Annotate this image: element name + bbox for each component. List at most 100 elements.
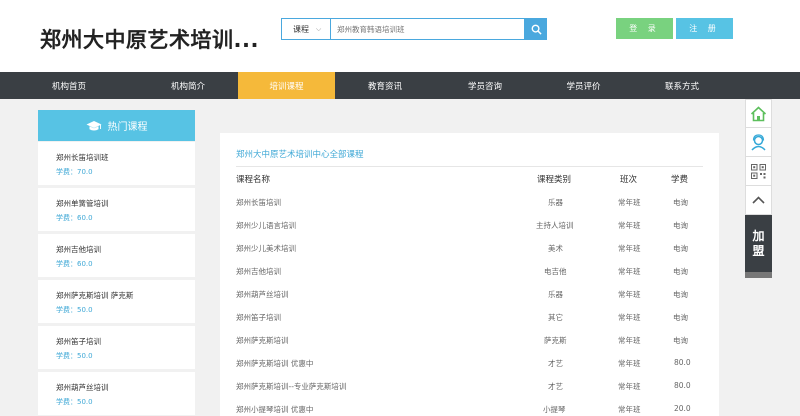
- home-button[interactable]: [745, 99, 772, 128]
- column-header-class: 班次: [620, 175, 638, 185]
- table-cell-fee: 电询: [673, 313, 688, 322]
- column-header-name: 课程名称: [236, 175, 271, 185]
- table-cell-class: 常年班: [618, 244, 641, 253]
- search-input[interactable]: [330, 18, 525, 40]
- customer-service-button[interactable]: [745, 128, 772, 157]
- table-cell-fee: 80.0: [674, 381, 691, 390]
- nav-item-about[interactable]: 机构简介: [138, 72, 238, 99]
- table-cell-category: 乐器: [548, 290, 563, 299]
- hot-courses-sidebar: 热门课程: [38, 110, 195, 141]
- table-cell-fee: 电询: [673, 290, 688, 299]
- customer-service-icon: [751, 133, 766, 151]
- divider: [236, 166, 703, 167]
- course-price: 学费：60.0: [56, 214, 93, 222]
- nav-item-consult[interactable]: 学员咨询: [435, 72, 535, 99]
- search-button[interactable]: [525, 18, 547, 40]
- table-cell-category: 电吉他: [544, 267, 567, 276]
- table-cell-course-name[interactable]: 郑州少儿语言培训: [236, 220, 296, 231]
- course-price: 学费：70.0: [56, 168, 93, 176]
- table-cell-fee: 20.0: [674, 404, 691, 413]
- qr-code-button[interactable]: [745, 157, 772, 186]
- table-cell-fee: 电询: [673, 244, 688, 253]
- list-item[interactable]: 郑州笛子培训 学费：50.0: [38, 326, 195, 369]
- join-franchise-button[interactable]: 加 盟: [745, 215, 772, 278]
- courses-panel: 郑州大中原艺术培训中心全部课程 课程名称 课程类别 班次 学费 郑州长笛培训 乐…: [220, 133, 719, 416]
- table-cell-category: 才艺: [548, 382, 563, 391]
- table-cell-fee: 电询: [673, 198, 688, 207]
- course-price: 学费：50.0: [56, 352, 93, 360]
- chevron-down-icon: ⌵: [316, 24, 322, 33]
- home-icon: [750, 105, 767, 121]
- sidebar-title: 热门课程: [107, 122, 148, 133]
- register-button[interactable]: 注 册: [676, 18, 733, 39]
- floating-toolbar: 加 盟: [745, 99, 772, 278]
- nav-item-home[interactable]: 机构首页: [0, 72, 138, 99]
- qr-code-icon: [751, 163, 766, 179]
- course-price: 学费：60.0: [56, 260, 93, 268]
- table-cell-fee: 电询: [673, 336, 688, 345]
- list-item[interactable]: 郑州单簧管培训 学费：60.0: [38, 188, 195, 231]
- table-cell-category: 美术: [548, 244, 563, 253]
- table-cell-category: 主持人培训: [536, 221, 574, 230]
- course-name: 郑州长笛培训班: [56, 153, 109, 162]
- main-nav: 机构首页 机构简介 培训课程 教育资讯 学员咨询 学员评价 联系方式: [0, 72, 800, 99]
- table-cell-class: 常年班: [618, 221, 641, 230]
- table-cell-category: 萨克斯: [544, 336, 567, 345]
- course-name: 郑州笛子培训: [56, 337, 101, 346]
- graduation-cap-icon: [86, 120, 101, 131]
- table-cell-category: 其它: [548, 313, 563, 322]
- table-cell-class: 常年班: [618, 359, 641, 368]
- nav-item-news[interactable]: 教育资讯: [335, 72, 435, 99]
- course-name: 郑州单簧管培训: [56, 199, 109, 208]
- page: 郑州大中原艺术培训... 课程 ⌵ 登 录 注 册 机构首页 机构简介 培训课程…: [0, 0, 800, 416]
- sidebar-header: 热门课程: [38, 110, 195, 141]
- course-price: 学费：50.0: [56, 398, 93, 406]
- search-bar: 课程 ⌵: [281, 18, 547, 40]
- table-cell-fee: 电询: [673, 221, 688, 230]
- table-cell-course-name[interactable]: 郑州萨克斯培训: [236, 335, 289, 346]
- login-button[interactable]: 登 录: [616, 18, 673, 39]
- column-header-fee: 学费: [671, 175, 689, 185]
- join-label-2: 盟: [752, 243, 765, 258]
- course-price: 学费：50.0: [56, 306, 93, 314]
- course-name: 郑州萨克斯培训 萨克斯: [56, 291, 134, 300]
- list-item[interactable]: 郑州吉他培训 学费：60.0: [38, 234, 195, 277]
- table-cell-fee: 电询: [673, 267, 688, 276]
- site-title[interactable]: 郑州大中原艺术培训...: [40, 24, 259, 54]
- table-cell-course-name[interactable]: 郑州萨克斯培训--专业萨克斯培训: [236, 381, 346, 392]
- table-cell-category: 小提琴: [543, 405, 566, 414]
- table-cell-class: 常年班: [618, 290, 641, 299]
- table-cell-course-name[interactable]: 郑州葫芦丝培训: [236, 289, 289, 300]
- course-name: 郑州葫芦丝培训: [56, 383, 109, 392]
- table-cell-class: 常年班: [618, 267, 641, 276]
- table-cell-course-name[interactable]: 郑州笛子培训: [236, 312, 281, 323]
- search-category-select[interactable]: 课程 ⌵: [281, 18, 330, 40]
- table-cell-fee: 80.0: [674, 358, 691, 367]
- back-to-top-button[interactable]: [745, 186, 772, 215]
- course-name: 郑州吉他培训: [56, 245, 101, 254]
- nav-item-courses[interactable]: 培训课程: [238, 72, 335, 99]
- search-category-label: 课程: [293, 24, 309, 34]
- table-cell-course-name[interactable]: 郑州吉他培训: [236, 266, 281, 277]
- table-cell-course-name[interactable]: 郑州萨克斯培训 优惠中: [236, 358, 313, 369]
- search-icon: [531, 24, 542, 35]
- table-cell-course-name[interactable]: 郑州少儿美术培训: [236, 243, 296, 254]
- chevron-up-icon: [752, 196, 765, 204]
- column-header-category: 课程类别: [537, 175, 572, 185]
- list-item[interactable]: 郑州长笛培训班 学费：70.0: [38, 142, 195, 185]
- join-label-1: 加: [752, 229, 765, 244]
- table-cell-class: 常年班: [618, 198, 641, 207]
- list-item[interactable]: 郑州萨克斯培训 萨克斯 学费：50.0: [38, 280, 195, 323]
- table-cell-course-name[interactable]: 郑州长笛培训: [236, 197, 281, 208]
- list-item[interactable]: 郑州葫芦丝培训 学费：50.0: [38, 372, 195, 415]
- table-cell-class: 常年班: [618, 405, 641, 414]
- table-cell-class: 常年班: [618, 382, 641, 391]
- panel-title: 郑州大中原艺术培训中心全部课程: [236, 150, 364, 160]
- table-cell-class: 常年班: [618, 336, 641, 345]
- nav-item-contact[interactable]: 联系方式: [632, 72, 732, 99]
- table-cell-course-name[interactable]: 郑州小提琴培训 优惠中: [236, 404, 313, 415]
- table-cell-class: 常年班: [618, 313, 641, 322]
- table-cell-category: 乐器: [548, 198, 563, 207]
- nav-item-reviews[interactable]: 学员评价: [535, 72, 632, 99]
- table-cell-category: 才艺: [548, 359, 563, 368]
